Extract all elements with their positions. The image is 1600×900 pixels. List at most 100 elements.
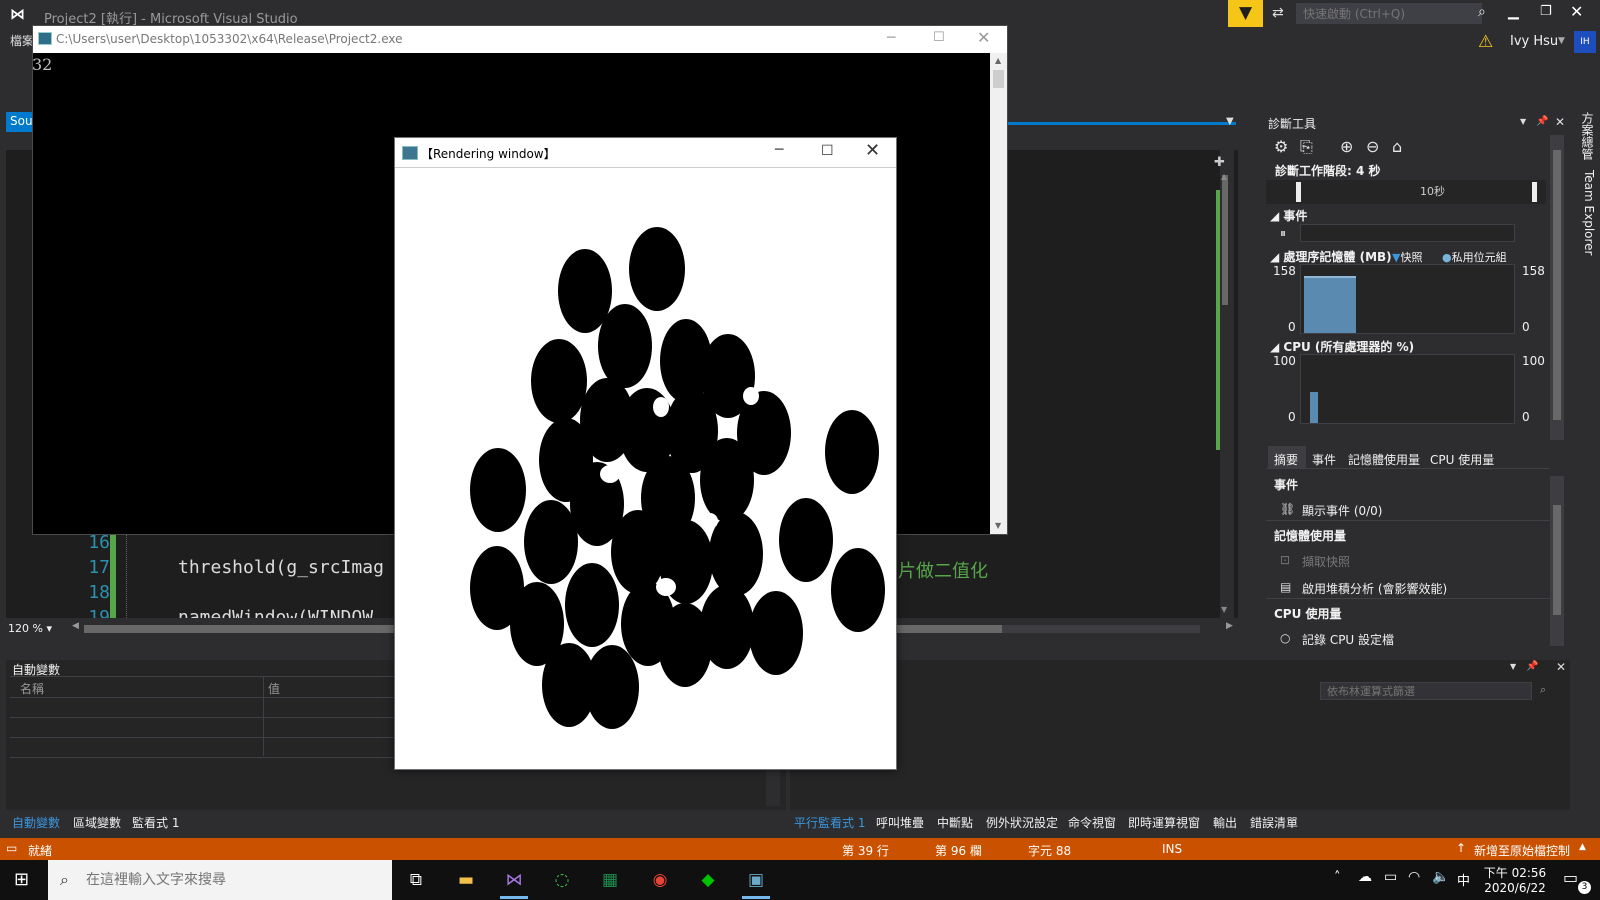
refresh-app-icon[interactable]: ◌ xyxy=(548,866,576,894)
close-button[interactable]: ✕ xyxy=(1570,2,1583,21)
take-snapshot-button[interactable]: 擷取快照 xyxy=(1302,553,1350,570)
memory-section-header[interactable]: ◢ 處理序記憶體 (MB) xyxy=(1270,248,1392,265)
reset-zoom-icon[interactable]: ⌂ xyxy=(1392,137,1402,156)
show-events-link[interactable]: 顯示事件 (0/0) xyxy=(1302,502,1383,519)
tab-error-list[interactable]: 錯誤清單 xyxy=(1250,814,1298,831)
taskbar-search-input[interactable] xyxy=(86,868,386,892)
tab-watch-1[interactable]: 監看式 1 xyxy=(132,814,179,831)
task-view-icon[interactable]: ⧉ xyxy=(402,866,430,894)
excel-icon[interactable]: ▦ xyxy=(596,866,624,894)
clock-time[interactable]: 下午 02:56 xyxy=(1482,864,1548,881)
volume-icon[interactable]: 🔈 xyxy=(1432,869,1449,885)
tab-output[interactable]: 輸出 xyxy=(1213,814,1237,831)
tab-source[interactable]: Sou xyxy=(6,112,34,132)
tab-events[interactable]: 事件 xyxy=(1312,451,1336,468)
chevron-up-icon[interactable]: ▲ xyxy=(1579,842,1586,852)
chevron-up-icon[interactable]: ˄ xyxy=(1334,870,1341,885)
maximize-button[interactable]: ☐ xyxy=(821,143,834,159)
live-share-icon[interactable]: ⇄ xyxy=(1272,5,1284,21)
code-line[interactable]: threshold(g_srcImag xyxy=(178,557,384,578)
scroll-thumb[interactable] xyxy=(1553,505,1561,615)
chevron-down-icon[interactable]: ▼ xyxy=(1226,116,1234,127)
scroll-right-icon[interactable]: ▶ xyxy=(1226,621,1233,631)
windows-start-icon[interactable]: ⊞ xyxy=(14,869,29,890)
zoom-level-dropdown[interactable]: 120 % ▾ xyxy=(8,622,52,635)
cpu-chart[interactable] xyxy=(1300,354,1515,424)
column-separator[interactable] xyxy=(263,676,264,756)
column-header-value[interactable]: 值 xyxy=(268,680,280,697)
input-method-indicator[interactable]: 中 xyxy=(1457,870,1470,889)
tab-solution-explorer[interactable]: 方案總管 xyxy=(1570,112,1596,160)
pin-icon[interactable]: 📌 xyxy=(1536,116,1548,127)
binary-image-canvas[interactable] xyxy=(396,169,895,769)
menu-file[interactable]: 檔案 xyxy=(10,32,34,49)
status-char[interactable]: 字元 88 xyxy=(1028,842,1071,859)
close-button[interactable]: ✕ xyxy=(865,140,880,161)
scroll-up-icon[interactable]: ▲ xyxy=(995,56,1001,65)
wifi-icon[interactable]: ◠ xyxy=(1408,869,1420,885)
chevron-down-icon[interactable]: ▼ xyxy=(1558,36,1565,46)
zoom-in-icon[interactable]: ⊕ xyxy=(1340,137,1353,156)
add-to-source-control-button[interactable]: 新增至原始檔控制 xyxy=(1474,842,1570,859)
scroll-thumb[interactable] xyxy=(993,70,1004,88)
rendering-app-icon[interactable]: ▣ xyxy=(742,866,770,894)
status-insert-mode[interactable]: INS xyxy=(1162,842,1182,856)
tab-exception-settings[interactable]: 例外狀況設定 xyxy=(986,814,1058,831)
scroll-left-icon[interactable]: ◀ xyxy=(72,621,79,631)
tab-breakpoints[interactable]: 中斷點 xyxy=(937,814,973,831)
maximize-button[interactable]: ☐ xyxy=(933,30,945,45)
gear-icon[interactable]: ⚙ xyxy=(1274,137,1288,156)
timeline[interactable] xyxy=(1266,180,1546,204)
cpu-section-header[interactable]: ◢ CPU (所有處理器的 %) xyxy=(1270,338,1414,355)
chevron-down-icon[interactable]: ▼ xyxy=(1520,117,1526,126)
split-editor-icon[interactable]: ✚ xyxy=(1214,155,1225,170)
tab-memory-usage[interactable]: 記憶體使用量 xyxy=(1348,451,1420,468)
scroll-thumb[interactable] xyxy=(1222,175,1228,305)
export-icon[interactable]: ⎘ xyxy=(1300,137,1313,157)
events-section-header[interactable]: ◢ 事件 xyxy=(1270,207,1307,224)
user-name[interactable]: Ivy Hsu xyxy=(1510,34,1558,49)
close-button[interactable]: ✕ xyxy=(977,28,990,47)
minimize-button[interactable]: ─ xyxy=(775,142,783,158)
zoom-out-icon[interactable]: ⊖ xyxy=(1366,137,1379,156)
tab-immediate-window[interactable]: 即時運算視窗 xyxy=(1128,814,1200,831)
scroll-thumb[interactable] xyxy=(1553,150,1561,420)
pause-icon[interactable]: ⏸ xyxy=(1280,226,1286,241)
column-header-name[interactable]: 名稱 xyxy=(20,680,44,697)
tab-autos[interactable]: 自動變數 xyxy=(12,814,60,831)
avatar[interactable]: IH xyxy=(1574,31,1596,53)
visual-studio-icon[interactable]: ⋈ xyxy=(500,866,528,894)
tab-cpu-usage[interactable]: CPU 使用量 xyxy=(1430,451,1494,468)
arrow-up-icon[interactable]: ↑ xyxy=(1456,841,1466,855)
events-track[interactable] xyxy=(1300,224,1515,242)
filter-input[interactable] xyxy=(1320,682,1532,700)
cloud-icon[interactable]: ☁ xyxy=(1358,869,1372,885)
tab-locals[interactable]: 區域變數 xyxy=(73,814,121,831)
status-column[interactable]: 第 96 欄 xyxy=(935,842,982,859)
notification-icon[interactable]: ▭ xyxy=(1563,868,1578,887)
close-icon[interactable]: ✕ xyxy=(1555,115,1565,129)
minimize-button[interactable]: ─ xyxy=(887,30,895,46)
enable-heap-profiling-button[interactable]: 啟用堆積分析 (會影響效能) xyxy=(1302,580,1447,597)
vertical-scrollbar[interactable] xyxy=(990,53,1007,534)
line-app-icon[interactable]: ◆ xyxy=(694,866,722,894)
quick-launch-input[interactable] xyxy=(1296,3,1482,24)
search-icon[interactable]: ⌕ xyxy=(1540,683,1546,697)
tab-parallel-watch[interactable]: 平行監看式 1 xyxy=(794,814,865,831)
restore-button[interactable]: ❐ xyxy=(1540,4,1552,19)
chrome-icon[interactable]: ◉ xyxy=(646,866,674,894)
clock-date[interactable]: 2020/6/22 xyxy=(1482,881,1548,895)
minimize-button[interactable]: ▁ xyxy=(1508,4,1519,20)
battery-icon[interactable]: ▭ xyxy=(1384,869,1397,885)
pin-icon[interactable]: 📌 xyxy=(1526,661,1538,672)
timeline-handle[interactable] xyxy=(1296,182,1301,202)
chevron-down-icon[interactable]: ▼ xyxy=(1510,662,1516,671)
close-icon[interactable]: ✕ xyxy=(1556,660,1566,674)
tab-team-explorer[interactable]: Team Explorer xyxy=(1570,170,1596,256)
feedback-filter-icon[interactable]: ▼ xyxy=(1228,0,1263,27)
tab-call-stack[interactable]: 呼叫堆疊 xyxy=(876,814,924,831)
scroll-down-icon[interactable]: ▼ xyxy=(995,521,1001,530)
tab-summary[interactable]: 摘要 xyxy=(1274,451,1298,468)
timeline-handle[interactable] xyxy=(1532,182,1537,202)
status-line[interactable]: 第 39 行 xyxy=(842,842,889,859)
